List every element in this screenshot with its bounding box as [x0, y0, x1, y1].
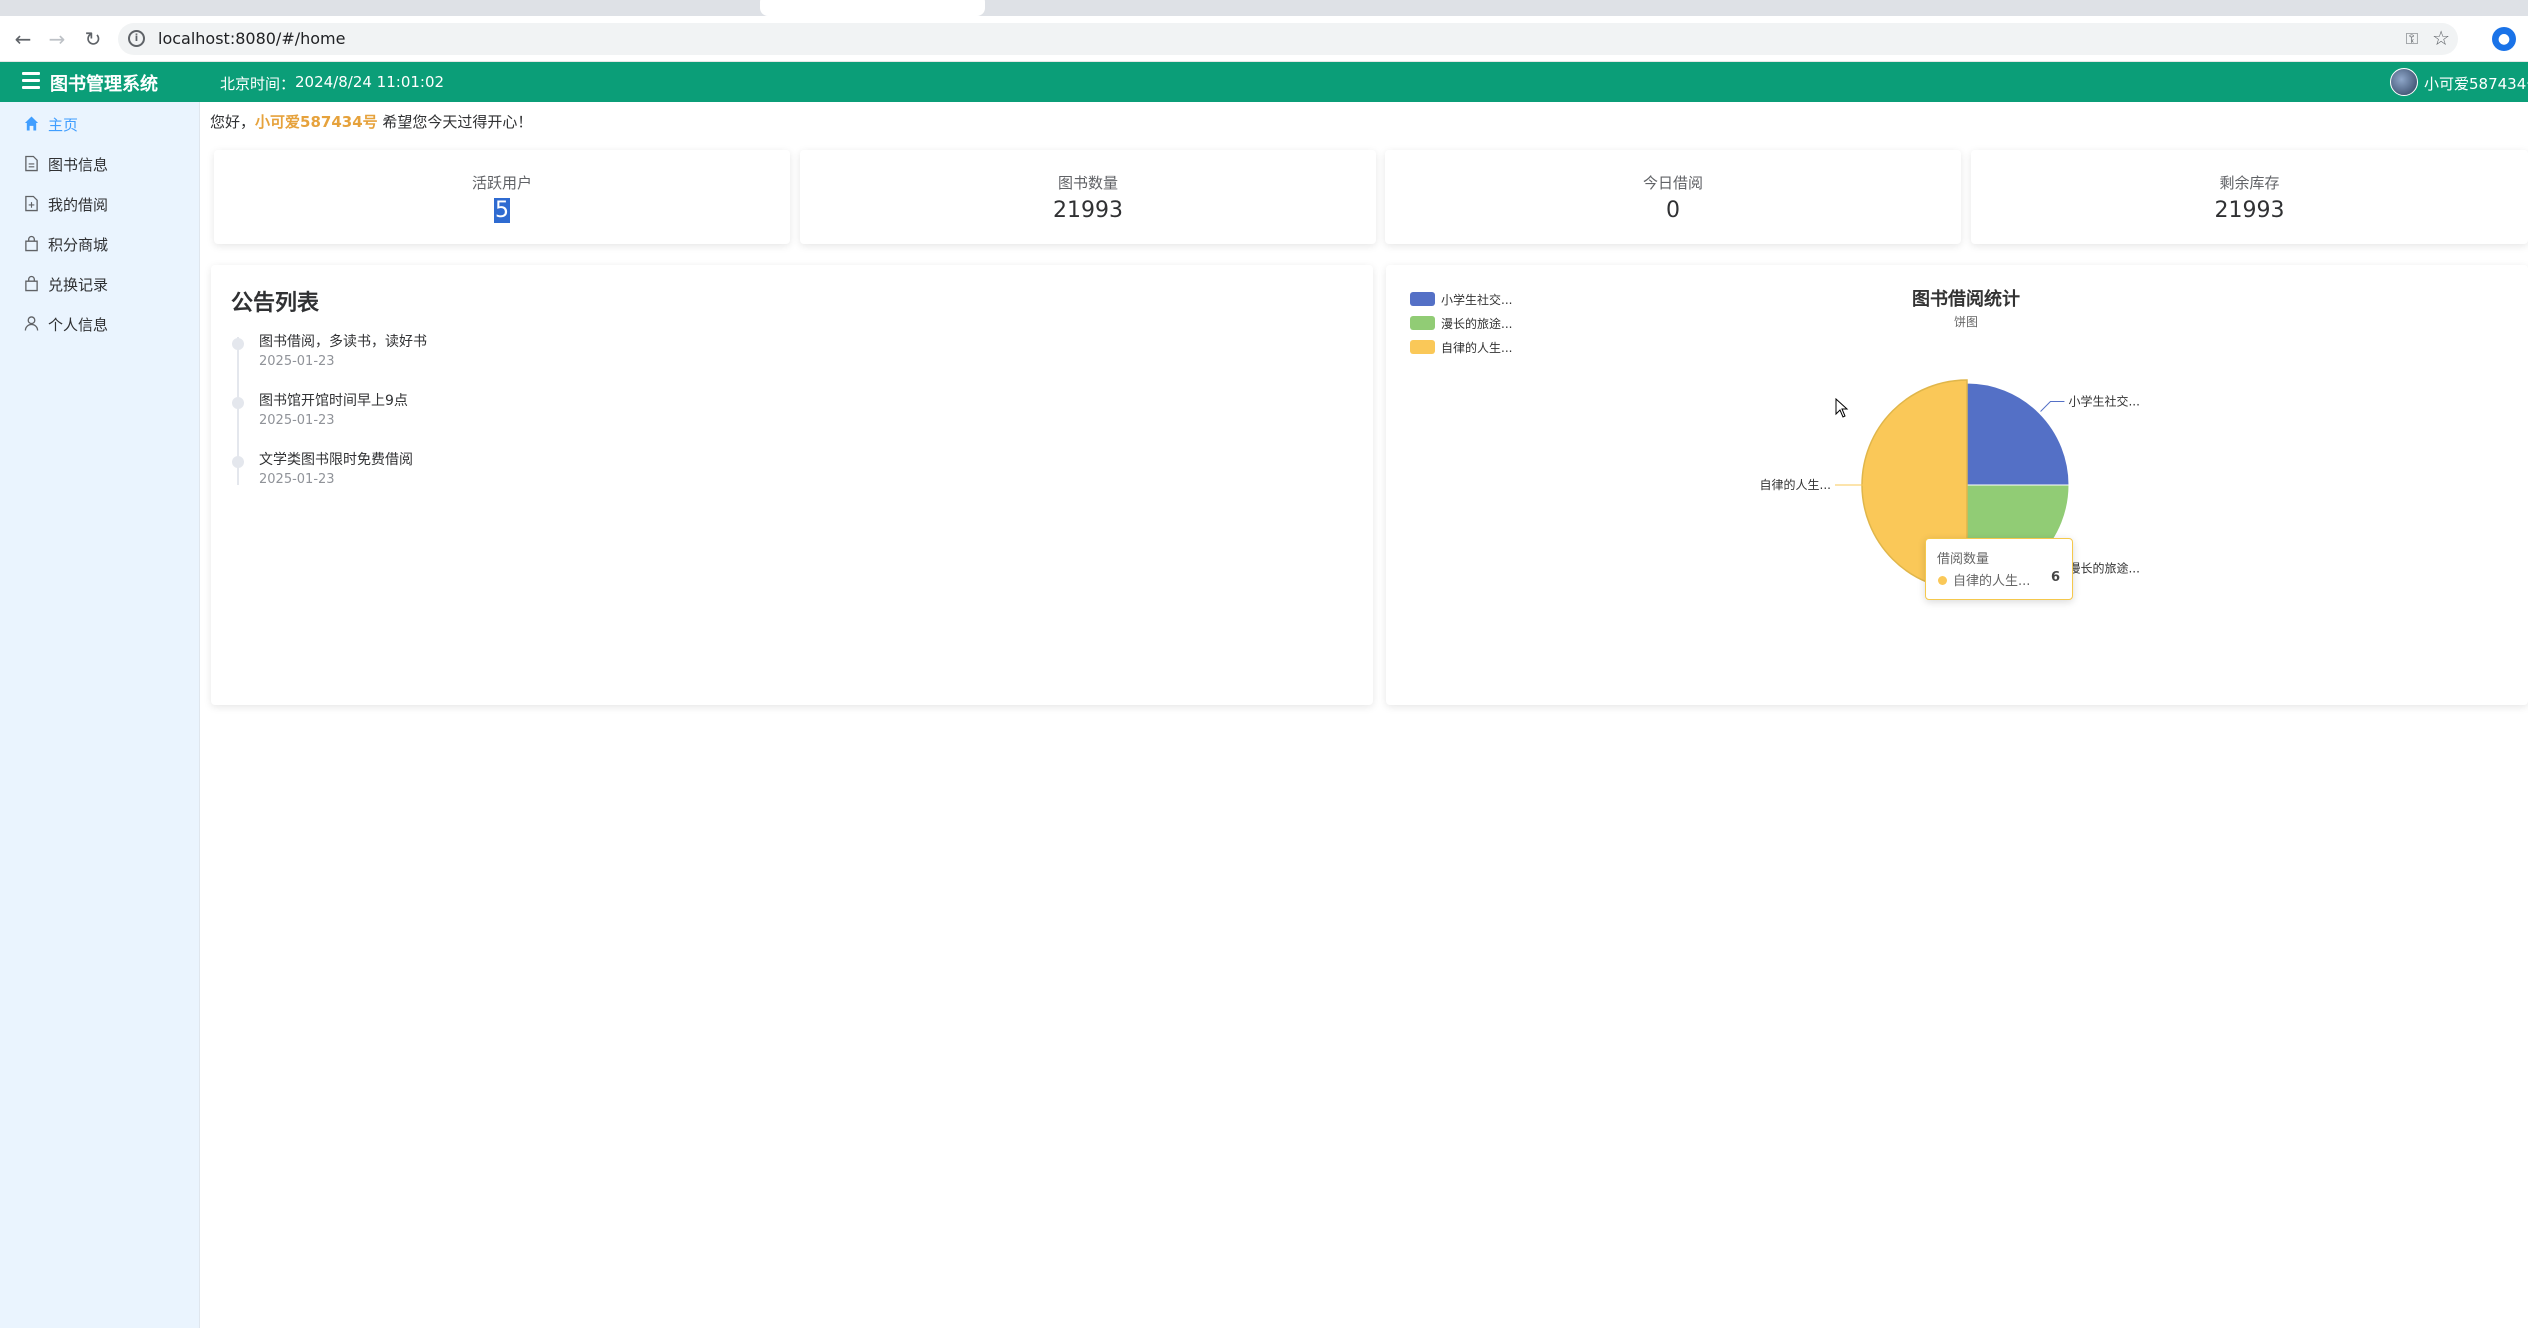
stat-label: 活跃用户 [471, 174, 532, 192]
sidebar-item-label: 我的借阅 [48, 196, 109, 214]
browser-toolbar: ← → ↻ i localhost:8080/#/home ⚿ ☆ ● [0, 16, 2528, 62]
home-icon [24, 116, 39, 131]
browser-tab[interactable] [270, 0, 510, 16]
notice-text: 文学类图书限时免费借阅 [259, 452, 413, 468]
user-name[interactable]: 小可爱587434号 [2424, 73, 2528, 94]
url-text[interactable]: localhost:8080/#/home [158, 29, 345, 48]
notice-title: 公告列表 [231, 291, 320, 316]
sidebar-item-label: 主页 [48, 116, 79, 134]
user-icon [24, 316, 39, 331]
greeting-prefix: 您好， [210, 113, 256, 131]
timeline-dot [232, 338, 244, 350]
tooltip-dot [1938, 576, 1947, 585]
pie-slice-label: 漫长的旅途... [2068, 560, 2139, 575]
sidebar-item-book-info[interactable]: 图书信息 [0, 144, 199, 184]
stat-value: 5 [494, 198, 510, 223]
address-bar[interactable]: i localhost:8080/#/home ⚿ ☆ [118, 23, 2458, 55]
document-icon [25, 155, 38, 172]
tooltip-title: 借阅数量 [1937, 552, 1990, 567]
stat-card-book-count: 图书数量 21993 [800, 150, 1376, 244]
key-icon[interactable]: ⚿ [2406, 29, 2418, 49]
browser-tab[interactable] [520, 0, 750, 16]
document-add-icon [25, 195, 38, 212]
stat-label: 剩余库存 [2219, 174, 2280, 192]
pie-slice-label: 小学生社交... [2068, 394, 2139, 409]
stat-value: 21993 [1053, 198, 1123, 223]
tooltip-value: 6 [2050, 570, 2060, 585]
notice-item[interactable]: 图书馆开馆时间早上9点 2025-01-23 [231, 390, 731, 448]
sidebar-item-label: 兑换记录 [48, 276, 109, 294]
sidebar-item-home[interactable]: 主页 [0, 104, 199, 144]
pie-slice[interactable] [1966, 382, 2070, 486]
browser-tab[interactable] [40, 0, 240, 16]
menu-toggle-icon[interactable] [22, 72, 40, 90]
sidebar: 主页 图书信息 我的借阅 积分商城 兑换记录 个人信息 [0, 102, 200, 1328]
stat-card-today-borrow: 今日借阅 0 [1385, 150, 1961, 244]
tooltip-name: 自律的人生... [1953, 574, 2031, 589]
sidebar-item-label: 个人信息 [48, 316, 109, 334]
timeline-dot [232, 456, 244, 468]
sidebar-item-points-mall[interactable]: 积分商城 [0, 224, 199, 264]
sidebar-item-label: 积分商城 [48, 236, 109, 254]
chart-panel: 小学生社交... 漫长的旅途... 自律的人生... 图书借阅统计 饼图 小学生… [1386, 265, 2528, 705]
sidebar-item-exchange-records[interactable]: 兑换记录 [0, 264, 199, 304]
greeting-suffix: 希望您今天过得开心！ [377, 113, 533, 131]
sidebar-item-profile[interactable]: 个人信息 [0, 304, 199, 344]
sidebar-item-label: 图书信息 [48, 156, 109, 174]
stat-label: 图书数量 [1057, 174, 1118, 192]
current-time: 2024/8/24 11:01:02 [295, 73, 445, 91]
stat-card-active-users: 活跃用户 5 [214, 150, 790, 244]
sidebar-item-my-borrow[interactable]: 我的借阅 [0, 184, 199, 224]
chart-tooltip: 借阅数量 自律的人生... 6 [1925, 538, 2073, 600]
timeline-dot [232, 397, 244, 409]
browser-tab-active[interactable] [760, 0, 985, 16]
mouse-cursor-icon [1835, 398, 1849, 418]
greeting: 您好，小可爱587434号 希望您今天过得开心！ [210, 111, 532, 132]
app-header: 图书管理系统 北京时间： 2024/8/24 11:01:02 小可爱58743… [0, 62, 2528, 102]
notice-item[interactable]: 文学类图书限时免费借阅 2025-01-23 [231, 449, 731, 507]
notice-date: 2025-01-23 [259, 354, 335, 369]
browser-tab-strip [0, 0, 2528, 16]
notice-date: 2025-01-23 [259, 472, 335, 487]
stat-label: 今日借阅 [1642, 174, 1703, 192]
shopping-bag-icon [25, 235, 38, 252]
notice-panel: 公告列表 图书借阅，多读书，读好书 2025-01-23 图书馆开馆时间早上9点… [211, 265, 1373, 705]
bookmark-star-icon[interactable]: ☆ [2432, 26, 2450, 50]
time-label: 北京时间： [220, 75, 296, 93]
stat-value: 0 [1666, 198, 1680, 223]
pie-slice-label: 自律的人生... [1760, 477, 1831, 492]
back-icon[interactable]: ← [10, 26, 36, 52]
pie-chart: 小学生社交... 漫长的旅途... 自律的人生... [1760, 379, 2140, 591]
notice-text: 图书馆开馆时间早上9点 [259, 393, 408, 409]
avatar[interactable] [2390, 68, 2418, 96]
greeting-username: 小可爱587434号 [255, 113, 378, 131]
stat-value: 21993 [2214, 198, 2285, 223]
notice-text: 图书借阅，多读书，读好书 [259, 334, 427, 350]
forward-icon[interactable]: → [44, 26, 70, 52]
reload-icon[interactable]: ↻ [80, 26, 106, 52]
info-icon[interactable]: i [128, 30, 145, 47]
stat-card-remaining-stock: 剩余库存 21993 [1971, 150, 2528, 244]
app-title: 图书管理系统 [50, 74, 158, 95]
shopping-bag-icon [25, 275, 38, 292]
notice-item[interactable]: 图书借阅，多读书，读好书 2025-01-23 [231, 331, 731, 389]
notice-date: 2025-01-23 [259, 413, 335, 428]
profile-icon[interactable]: ● [2492, 27, 2516, 51]
pie-label-line [2040, 401, 2065, 412]
